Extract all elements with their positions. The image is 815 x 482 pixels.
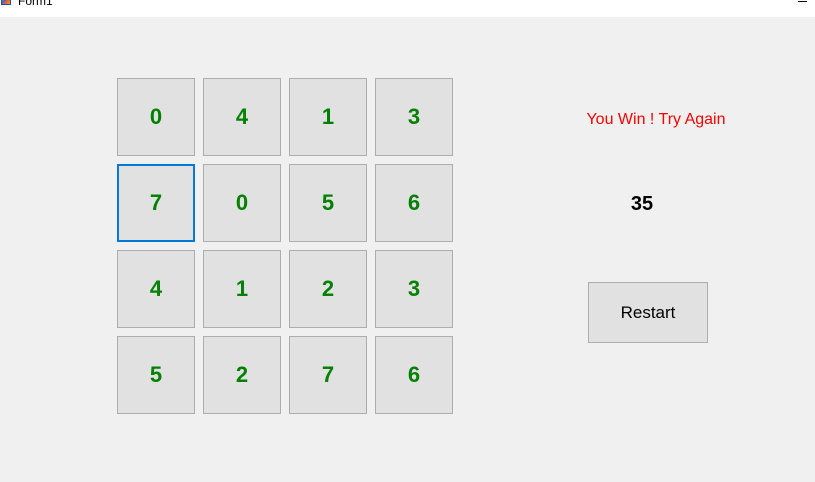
tile-r2-c2[interactable]: 0 [203, 164, 281, 242]
tile-r1-c2[interactable]: 4 [203, 78, 281, 156]
tile-r4-c1[interactable]: 5 [117, 336, 195, 414]
tile-r3-c2[interactable]: 1 [203, 250, 281, 328]
tile-r4-c2[interactable]: 2 [203, 336, 281, 414]
restart-button[interactable]: Restart [588, 282, 708, 343]
tile-r2-c1[interactable]: 7 [117, 164, 195, 242]
tile-r4-c3[interactable]: 7 [289, 336, 367, 414]
app-icon [0, 0, 12, 6]
tile-r3-c1[interactable]: 4 [117, 250, 195, 328]
title-bar: Form1 [0, 0, 815, 17]
status-message: You Win ! Try Again [586, 111, 726, 128]
tile-r1-c4[interactable]: 3 [375, 78, 453, 156]
tile-r3-c3[interactable]: 2 [289, 250, 367, 328]
tile-r2-c3[interactable]: 5 [289, 164, 367, 242]
tile-r1-c3[interactable]: 1 [289, 78, 367, 156]
tile-r4-c4[interactable]: 6 [375, 336, 453, 414]
tile-r2-c4[interactable]: 6 [375, 164, 453, 242]
tile-r3-c4[interactable]: 3 [375, 250, 453, 328]
minimize-icon[interactable] [798, 0, 809, 8]
tile-r1-c1[interactable]: 0 [117, 78, 195, 156]
move-counter: 35 [630, 193, 654, 215]
window-title: Form1 [18, 0, 53, 8]
